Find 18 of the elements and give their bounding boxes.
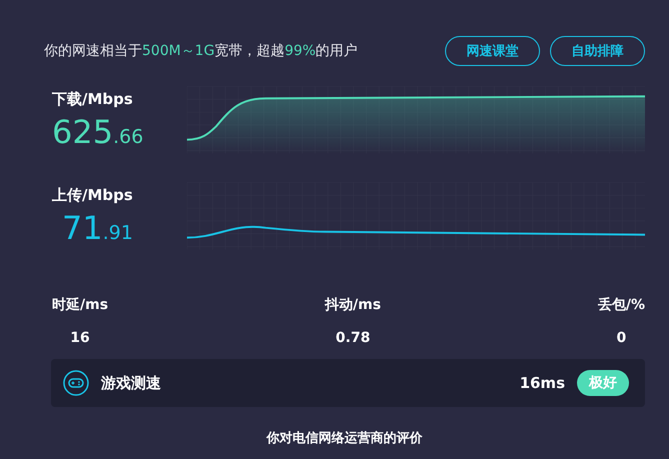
rating-prompt: 你对电信网络运营商的评价 <box>266 430 422 447</box>
outline-button[interactable]: 自助排障 <box>550 36 645 66</box>
speed-label: 下载/Mbps <box>52 90 134 108</box>
speed-summary: 你的网速相当于500M～1G宽带，超越99%的用户 <box>44 42 358 60</box>
metric-value: 0 <box>616 330 626 346</box>
game-latency: 16ms <box>520 374 565 392</box>
metric-value: 0.78 <box>336 330 370 346</box>
game-speed-title: 游戏测速 <box>101 374 162 392</box>
speed-label: 上传/Mbps <box>52 186 134 204</box>
outline-button[interactable]: 网速课堂 <box>445 36 540 66</box>
gamepad-icon <box>63 370 89 396</box>
speed-value: 625.66 <box>52 112 144 150</box>
metric-label: 抖动/ms <box>324 296 381 314</box>
metric-label: 丢包/% <box>598 296 645 314</box>
metric-value: 16 <box>70 330 90 346</box>
metric-label: 时延/ms <box>52 296 108 314</box>
speed-value: 71.91 <box>61 208 134 246</box>
rating-badge: 极好 <box>577 370 629 396</box>
